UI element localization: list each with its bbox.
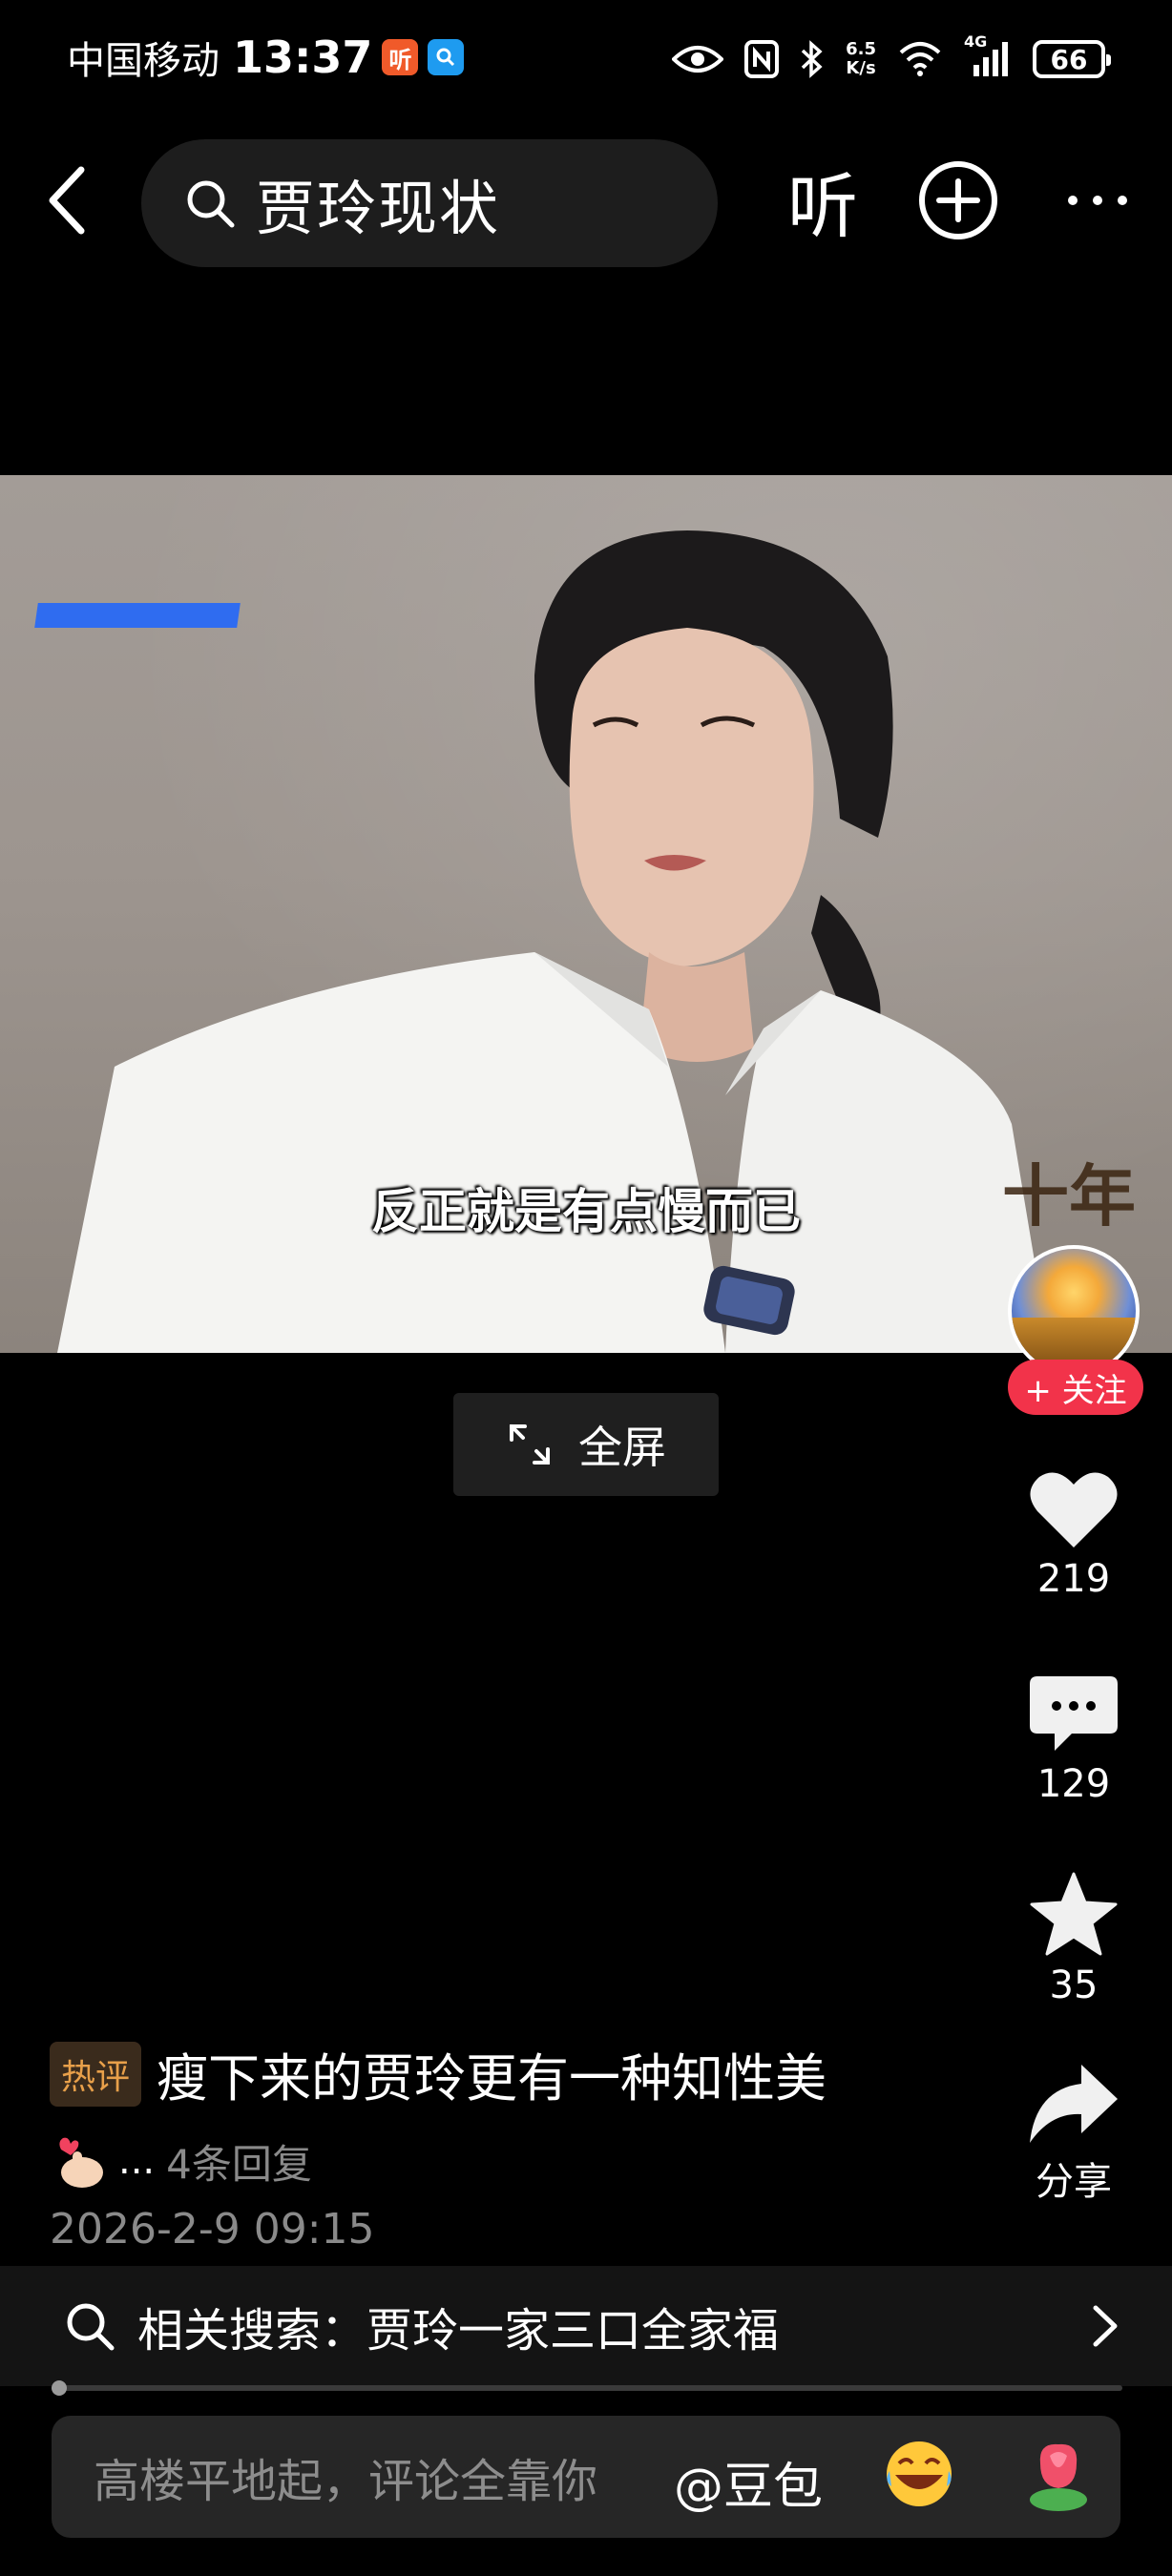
network-speed-value: 6.5 xyxy=(846,39,876,59)
wifi-icon xyxy=(897,41,943,77)
comment-bubble-icon xyxy=(1030,1676,1118,1751)
laughing-emoji-icon[interactable] xyxy=(882,2437,956,2511)
status-bar: 中国移动 13:37 听 6.5 K/s 4G 66 xyxy=(0,0,1172,114)
battery-indicator: 66 xyxy=(1033,40,1111,78)
rose-emoji-icon[interactable] xyxy=(1021,2435,1096,2515)
comment-button[interactable]: 129 xyxy=(993,1674,1155,1806)
network-speed: 6.5 K/s xyxy=(846,40,876,78)
mention-button[interactable]: @豆包 xyxy=(674,2446,823,2518)
more-options-button[interactable] xyxy=(1059,172,1136,229)
video-player[interactable]: 十年 反正就是有点慢而已 xyxy=(0,475,1172,1353)
comment-input[interactable]: 高楼平地起，评论全靠你 @豆包 xyxy=(52,2416,1120,2538)
related-search-text: 相关搜索：贾玲一家三口全家福 xyxy=(137,2304,780,2358)
listen-app-badge-icon: 听 xyxy=(382,39,419,75)
video-progress-bar[interactable] xyxy=(52,2380,1122,2396)
search-bar[interactable]: 贾玲现状 xyxy=(141,139,718,267)
like-count: 219 xyxy=(1036,1557,1111,1601)
nfc-icon xyxy=(744,40,780,78)
search-icon xyxy=(187,180,235,228)
video-progress-handle[interactable] xyxy=(52,2380,67,2396)
fullscreen-label: 全屏 xyxy=(578,1422,666,1473)
carrier-name: 中国移动 xyxy=(67,39,220,83)
more-dots-icon xyxy=(1068,196,1127,205)
search-app-badge-icon xyxy=(428,39,465,75)
video-subtitle: 反正就是有点慢而已 xyxy=(371,1184,801,1239)
author-avatar[interactable] xyxy=(1008,1245,1140,1377)
related-search-bar[interactable]: 相关搜索：贾玲一家三口全家福 xyxy=(0,2266,1172,2386)
comment-placeholder: 高楼平地起，评论全靠你 xyxy=(94,2455,598,2508)
share-label: 分享 xyxy=(1036,2160,1112,2204)
hot-comment-row: 热评 瘦下来的贾玲更有一种知性美 xyxy=(50,2036,947,2111)
eye-icon xyxy=(672,42,724,76)
heart-icon xyxy=(1030,1472,1118,1548)
hot-comment-meta: ... 4条回复 xyxy=(50,2130,947,2192)
share-button[interactable]: 分享 xyxy=(993,2061,1155,2206)
network-type-label: 4G xyxy=(964,32,988,51)
star-icon xyxy=(1030,1872,1118,1956)
fullscreen-button[interactable]: 全屏 xyxy=(453,1393,719,1496)
status-right: 6.5 K/s 4G 66 xyxy=(672,32,1111,86)
like-button[interactable]: 219 xyxy=(993,1469,1155,1601)
network-speed-unit: K/s xyxy=(846,58,876,78)
add-button[interactable] xyxy=(916,158,1000,242)
plus-circle-icon xyxy=(919,161,997,239)
hot-comment-badge: 热评 xyxy=(50,2041,142,2107)
favorite-count: 35 xyxy=(1049,1963,1099,2007)
hot-comment-timestamp: 2026-2-9 09:15 xyxy=(50,2205,375,2254)
listen-button[interactable]: 听 xyxy=(775,156,870,248)
screen: 中国移动 13:37 听 6.5 K/s 4G 66 贾玲现状 听 十年 反正就… xyxy=(0,0,1172,2576)
clock-time: 13:37 xyxy=(233,31,373,83)
finger-heart-emoji-icon xyxy=(50,2130,111,2192)
hot-comment-text: 瘦下来的贾玲更有一种知性美 xyxy=(157,2048,827,2109)
top-nav: 贾玲现状 听 xyxy=(0,134,1172,267)
expand-icon xyxy=(510,1424,550,1465)
status-left: 中国移动 13:37 听 xyxy=(67,29,465,86)
hot-comment[interactable]: 热评 瘦下来的贾玲更有一种知性美 ... 4条回复 2026-2-9 09:15 xyxy=(50,2036,947,2254)
search-icon xyxy=(67,2303,115,2351)
bluetooth-icon xyxy=(800,40,825,78)
favorite-button[interactable]: 35 xyxy=(993,1870,1155,2007)
follow-button[interactable]: + 关注 xyxy=(1008,1360,1143,1415)
back-button[interactable] xyxy=(29,162,105,239)
hot-comment-replies[interactable]: 4条回复 xyxy=(166,2132,312,2191)
hot-comment-ellipsis: ... xyxy=(118,2139,156,2183)
comment-count: 129 xyxy=(1036,1762,1111,1806)
chevron-left-icon xyxy=(49,166,85,235)
cellular-signal-icon: 4G xyxy=(964,32,1012,78)
search-query-text: 贾玲现状 xyxy=(256,174,501,243)
chevron-right-icon xyxy=(1093,2305,1118,2347)
share-arrow-icon xyxy=(1030,2065,1118,2143)
